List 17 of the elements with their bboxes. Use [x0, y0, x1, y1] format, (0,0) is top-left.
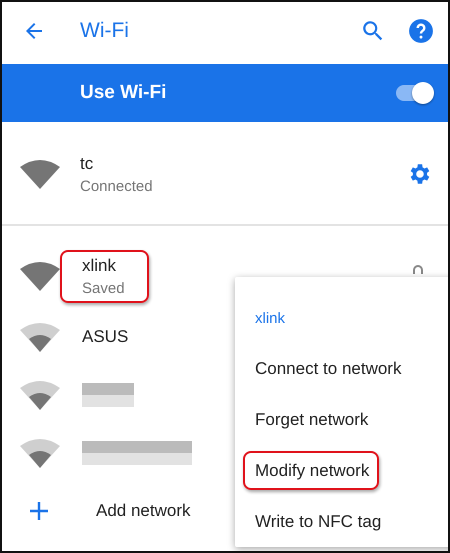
- network-name: xlink: [82, 256, 118, 276]
- wifi-toggle[interactable]: [396, 85, 432, 101]
- menu-item[interactable]: Modify network: [243, 451, 380, 490]
- pixelated-name: [82, 383, 134, 407]
- network-status: Saved: [82, 280, 125, 296]
- network-status: Connected: [80, 178, 154, 194]
- help-icon[interactable]: [408, 18, 434, 44]
- screen-title: Wi-Fi: [80, 19, 130, 43]
- menu-title: xlink: [254, 308, 286, 329]
- menu-item[interactable]: Write to NFC tag: [235, 496, 382, 547]
- menu-item[interactable]: Connect to network: [235, 344, 402, 394]
- menu-item[interactable]: Forget network: [235, 394, 368, 446]
- switch-label: Use Wi-Fi: [80, 82, 168, 104]
- network-name: ASUS: [82, 327, 128, 347]
- network-name: tc: [80, 154, 94, 174]
- add-icon: [30, 502, 48, 520]
- add-network-link[interactable]: Add network: [96, 501, 190, 521]
